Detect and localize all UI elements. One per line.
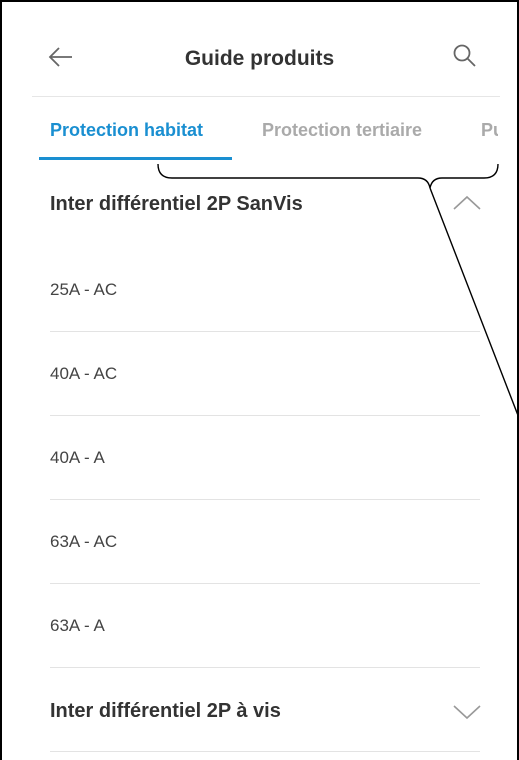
list-item[interactable]: 63A - A [50,616,482,636]
row-divider [50,667,480,668]
page-title: Guide produits [184,47,335,70]
section-header-sanvis[interactable]: Inter différentiel 2P SanVis [50,193,482,223]
list-item[interactable]: 25A - AC [50,280,482,300]
section-title: Inter différentiel 2P SanVis [50,193,303,215]
section-title: Inter différentiel 2P à vis [50,700,281,722]
row-divider [50,415,480,416]
search-icon[interactable] [451,43,477,69]
tab-protection-tertiaire[interactable]: Protection tertiaire [262,120,422,141]
tab-pu[interactable]: Pu [481,120,498,141]
app-bar: Guide produits [2,22,517,94]
tab-bar: Protection habitat Protection tertiaire … [0,110,498,160]
header-divider [32,96,500,97]
chevron-down-icon[interactable] [452,700,482,722]
section-header-vis[interactable]: Inter différentiel 2P à vis [50,700,482,730]
row-divider [50,331,480,332]
row-divider [50,499,480,500]
row-divider [50,583,480,584]
list-item[interactable]: 40A - AC [50,364,482,384]
tab-protection-habitat[interactable]: Protection habitat [50,120,203,141]
chevron-up-icon[interactable] [452,193,482,215]
list-item[interactable]: 40A - A [50,448,482,468]
list-item[interactable]: 63A - AC [50,532,482,552]
row-divider [50,751,480,752]
active-tab-indicator [39,157,232,160]
